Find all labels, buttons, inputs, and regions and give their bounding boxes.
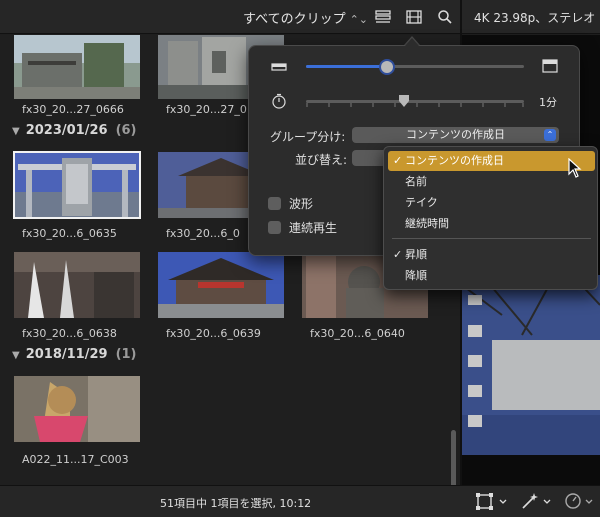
group-by-value: コンテンツの作成日 xyxy=(406,128,505,141)
clip-name: fx30_20...6_0635 xyxy=(22,227,117,240)
clip-thumbnail[interactable] xyxy=(14,376,140,442)
bottom-bar: 51項目中 1項目を選択, 10:12 xyxy=(0,485,600,517)
menu-item-content-date[interactable]: ✓ コンテンツの作成日 xyxy=(388,151,595,171)
popup-stepper-icon: ⌃ xyxy=(544,129,556,141)
group-date: 2023/01/26 xyxy=(25,123,108,138)
thumbnail-size-slider-knob[interactable] xyxy=(379,59,395,75)
menu-separator xyxy=(392,238,591,239)
disclosure-triangle-icon[interactable]: ▼ xyxy=(12,126,20,137)
popover-arrow-fill xyxy=(405,38,419,46)
clip-duration-slider-knob[interactable] xyxy=(398,94,410,108)
mouse-cursor-icon xyxy=(568,158,582,178)
menu-item-name[interactable]: 名前 xyxy=(388,172,595,192)
duration-value: 1分 xyxy=(539,96,557,109)
clip-thumbnail[interactable] xyxy=(158,252,284,318)
slider-ticks xyxy=(306,103,524,107)
clip-filter-popup[interactable]: すべてのクリップ ⌃⌄ xyxy=(243,8,368,27)
menu-item-ascending[interactable]: ✓ 昇順 xyxy=(388,245,595,265)
clip-name: fx30_20...27_0666 xyxy=(22,103,124,116)
sort-label: 並び替え: xyxy=(295,153,348,167)
clip-name: A022_11...17_C003 xyxy=(22,453,129,466)
menu-item-duration[interactable]: 継続時間 xyxy=(388,214,595,234)
group-count: (1) xyxy=(115,347,137,362)
group-date: 2018/11/29 xyxy=(25,347,108,362)
checkmark-icon: ✓ xyxy=(393,248,403,261)
chevron-updown-icon: ⌃⌄ xyxy=(349,13,369,26)
menu-item-take[interactable]: テイク xyxy=(388,193,595,213)
filmstrip-icon[interactable] xyxy=(405,8,423,26)
group-by-popup[interactable]: コンテンツの作成日 ⌃ xyxy=(352,127,559,143)
clip-thumbnail[interactable] xyxy=(14,35,140,99)
selection-status: 51項目中 1項目を選択, 10:12 xyxy=(160,497,312,510)
speed-gauge-icon[interactable] xyxy=(564,492,600,510)
large-thumbnail-icon xyxy=(542,59,558,73)
stopwatch-icon xyxy=(272,93,286,109)
waveform-label: 波形 xyxy=(289,197,314,211)
search-icon[interactable] xyxy=(436,8,454,26)
waveform-checkbox[interactable] xyxy=(268,197,281,210)
group-count: (6) xyxy=(115,123,137,138)
clip-thumbnail-selected[interactable] xyxy=(13,151,141,219)
magic-wand-icon[interactable] xyxy=(520,492,556,510)
top-toolbar: すべてのクリップ ⌃⌄ 4K 23.98p、ステレオ xyxy=(0,0,600,34)
clip-name: fx30_20...6_0639 xyxy=(166,327,261,340)
date-group-header[interactable]: ▼ 2023/01/26 (6) xyxy=(12,123,137,138)
date-group-header[interactable]: ▼ 2018/11/29 (1) xyxy=(12,347,137,362)
group-by-label: グループ分け: xyxy=(270,130,346,144)
disclosure-triangle-icon[interactable]: ▼ xyxy=(12,350,20,361)
clip-name: fx30_20...6_0638 xyxy=(22,327,117,340)
clip-thumbnail[interactable] xyxy=(14,252,140,318)
continuous-playback-label: 連続再生 xyxy=(289,221,338,235)
thumbnail-size-slider-fill xyxy=(306,65,388,68)
transform-tool-icon[interactable] xyxy=(476,493,512,511)
menu-item-descending[interactable]: 降順 xyxy=(388,266,595,286)
viewer-format-title: 4K 23.98p、ステレオ xyxy=(474,11,596,25)
clip-appearance-icon[interactable] xyxy=(374,8,392,26)
clip-filter-label: すべてのクリップ xyxy=(243,12,346,27)
sort-dropdown-menu: ✓ コンテンツの作成日 名前 テイク 継続時間 ✓ 昇順 降順 xyxy=(383,146,598,290)
small-thumbnail-icon xyxy=(271,63,287,71)
checkmark-icon: ✓ xyxy=(393,154,403,167)
continuous-playback-checkbox[interactable] xyxy=(268,221,281,234)
clip-name: fx30_20...6_0640 xyxy=(310,327,405,340)
browser-scrollbar[interactable] xyxy=(451,430,456,485)
